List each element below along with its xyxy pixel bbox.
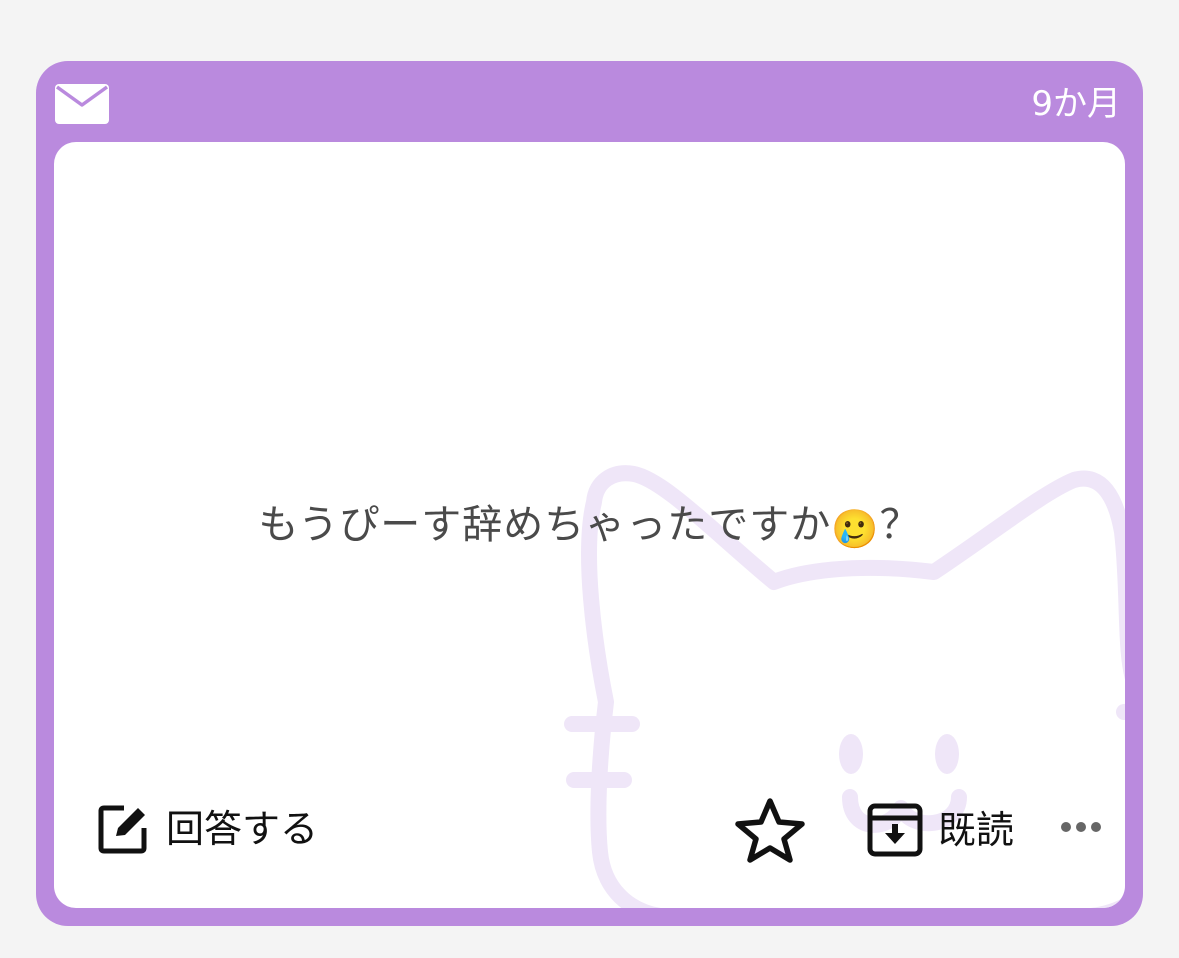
archive-icon [867, 803, 923, 857]
read-label: 既読 [938, 808, 1015, 852]
question-emoji: 🥲 [831, 507, 880, 551]
edit-icon [98, 805, 147, 854]
answer-label: 回答する [166, 807, 319, 851]
favorite-button[interactable] [734, 796, 806, 864]
more-button[interactable] [1060, 818, 1102, 836]
question-suffix: ？ [879, 502, 921, 548]
more-icon [1061, 822, 1101, 832]
time-ago: 9か月 [1031, 84, 1121, 124]
card-body: もうぴーす辞めちゃったですか🥲？ 回答する 既読 [54, 142, 1125, 908]
question-text: もうぴーす辞めちゃったですか🥲？ [54, 497, 1125, 557]
cat-illustration [564, 465, 1125, 908]
answer-button[interactable]: 回答する [96, 802, 318, 856]
mail-icon [55, 84, 109, 124]
question-body: もうぴーす辞めちゃったですか [258, 502, 832, 548]
star-icon [735, 798, 805, 863]
mark-read-button[interactable]: 既読 [866, 802, 1014, 858]
question-card: 9か月 もうぴーす辞めちゃったですか🥲？ 回答する 既読 [36, 61, 1143, 926]
